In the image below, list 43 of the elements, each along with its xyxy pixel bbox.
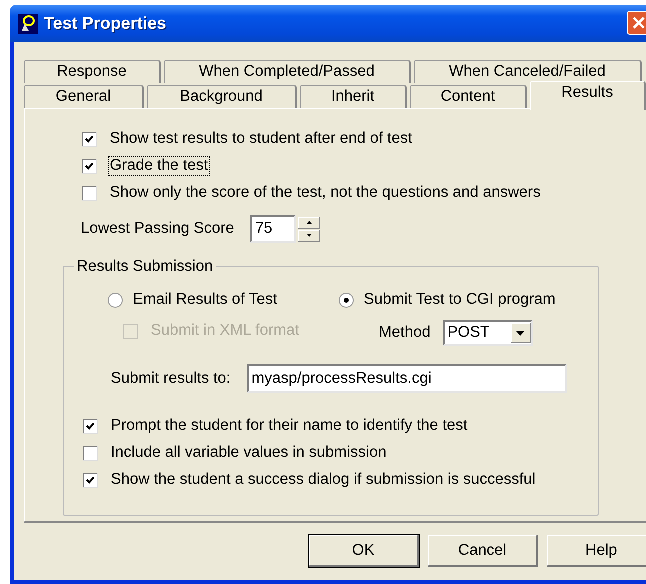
checkbox[interactable]	[83, 418, 98, 434]
tab[interactable]: When Completed/Passed	[164, 60, 411, 83]
radio-button[interactable]	[339, 292, 354, 308]
field-label: Lowest Passing Score	[81, 220, 234, 238]
radio-button[interactable]	[108, 292, 123, 308]
checkbox-label[interactable]: Show only the score of the test, not the questions and answers	[108, 183, 543, 203]
radio-label[interactable]: Submit Test to CGI program	[364, 291, 556, 309]
dialog-button[interactable]: Help	[547, 535, 646, 567]
dialog-button[interactable]: OK	[309, 535, 419, 567]
check-icon	[85, 134, 94, 144]
spin-buttons[interactable]	[298, 216, 320, 242]
checkbox[interactable]	[82, 158, 97, 174]
tab[interactable]: Results	[530, 81, 646, 110]
check-icon	[86, 476, 95, 484]
method-dropdown[interactable]: POST	[442, 320, 533, 346]
checkbox-label[interactable]: Show test results to student after end of test	[108, 129, 414, 149]
app-icon	[18, 14, 38, 34]
tab[interactable]: Content	[410, 85, 527, 108]
window-title: Test Properties	[44, 14, 167, 34]
checkbox-label[interactable]: Include all variable values in submission	[109, 443, 389, 463]
field-label: Method	[379, 324, 431, 342]
checkbox-label[interactable]: Prompt the student for their name to identify the test	[109, 416, 470, 436]
tab[interactable]: Response	[24, 60, 161, 83]
radio-label[interactable]: Email Results of Test	[133, 291, 278, 309]
close-button[interactable]	[627, 11, 646, 35]
tab[interactable]: General	[24, 85, 144, 108]
tab[interactable]: When Canceled/Failed	[414, 60, 642, 83]
dropdown-arrow-icon	[516, 330, 526, 336]
dialog-button[interactable]: Cancel	[428, 535, 538, 567]
checkbox[interactable]	[82, 186, 97, 200]
tab[interactable]: Inherit	[300, 85, 407, 108]
check-icon	[85, 162, 94, 170]
checkbox-label[interactable]: Show the student a success dialog if submission is successful	[109, 470, 538, 490]
score-field[interactable]: 75	[250, 215, 296, 243]
tab[interactable]: Background	[147, 85, 297, 108]
url-field[interactable]: myasp/processResults.cgi	[246, 364, 567, 393]
checkbox[interactable]	[83, 472, 98, 488]
checkbox-label[interactable]: Grade the test	[108, 156, 210, 176]
field-label: Submit results to:	[111, 370, 231, 388]
close-icon	[632, 16, 646, 30]
checkbox[interactable]	[83, 446, 98, 460]
check-icon	[86, 422, 95, 430]
checkbox[interactable]	[82, 132, 97, 146]
